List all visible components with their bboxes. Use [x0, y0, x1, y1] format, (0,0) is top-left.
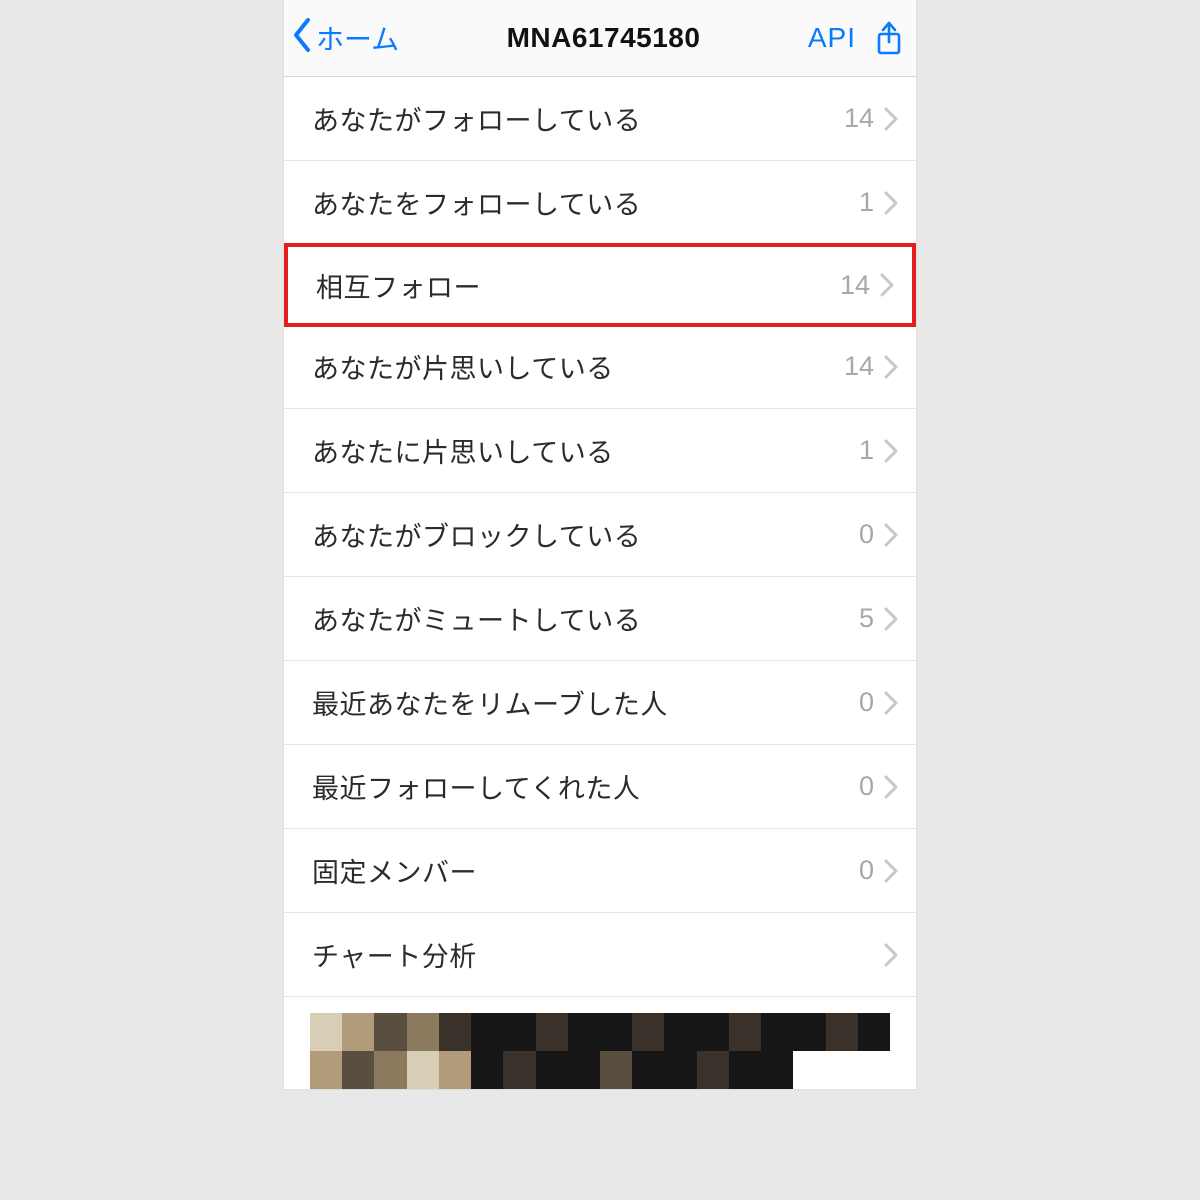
api-button[interactable]: API: [808, 22, 856, 54]
chevron-right-icon: [880, 273, 894, 297]
page-title: MNA61745180: [399, 22, 808, 54]
list-row-muting[interactable]: あなたがミュートしている 5: [284, 577, 916, 661]
row-label: 最近あなたをリムーブした人: [312, 683, 859, 722]
row-label: あなたをフォローしている: [312, 183, 859, 222]
list-row-one-way-in[interactable]: あなたに片思いしている 1: [284, 409, 916, 493]
chevron-right-icon: [884, 191, 898, 215]
chevron-right-icon: [884, 523, 898, 547]
row-label: あなたがブロックしている: [312, 515, 859, 554]
navbar: ホーム MNA61745180 API: [284, 0, 916, 77]
chevron-right-icon: [884, 691, 898, 715]
list-row-following[interactable]: あなたがフォローしている 14: [284, 77, 916, 161]
row-count: 14: [840, 270, 870, 301]
back-button[interactable]: ホーム: [290, 16, 399, 61]
row-count: 0: [859, 519, 874, 550]
list-row-one-way-out[interactable]: あなたが片思いしている 14: [284, 325, 916, 409]
nav-right: API: [808, 20, 904, 56]
chevron-right-icon: [884, 607, 898, 631]
row-label: あなたがフォローしている: [312, 99, 844, 138]
share-icon: [874, 20, 904, 56]
row-label: チャート分析: [312, 935, 874, 974]
row-label: 最近フォローしてくれた人: [312, 767, 859, 806]
list-row-chart-analysis[interactable]: チャート分析: [284, 913, 916, 997]
row-count: 1: [859, 187, 874, 218]
row-label: あなたがミュートしている: [312, 599, 859, 638]
chevron-right-icon: [884, 859, 898, 883]
row-label: あなたに片思いしている: [312, 431, 859, 470]
row-count: 5: [859, 603, 874, 634]
row-label: 相互フォロー: [316, 266, 840, 305]
chevron-right-icon: [884, 943, 898, 967]
list-row-fixed-members[interactable]: 固定メンバー 0: [284, 829, 916, 913]
row-label: あなたが片思いしている: [312, 347, 844, 386]
list: あなたがフォローしている 14 あなたをフォローしている 1 相互フォロー 14…: [284, 77, 916, 997]
page-background: ホーム MNA61745180 API あな: [0, 0, 1200, 1200]
row-count: 1: [859, 435, 874, 466]
chevron-right-icon: [884, 439, 898, 463]
share-button[interactable]: [874, 20, 904, 56]
back-label: ホーム: [316, 18, 399, 58]
ad-banner-pixelated: [310, 1013, 890, 1089]
chevron-right-icon: [884, 355, 898, 379]
row-count: 0: [859, 855, 874, 886]
row-count: 14: [844, 351, 874, 382]
chevron-right-icon: [884, 107, 898, 131]
chevron-left-icon: [290, 16, 314, 61]
list-row-mutual[interactable]: 相互フォロー 14: [284, 243, 916, 327]
chevron-right-icon: [884, 775, 898, 799]
row-count: 0: [859, 771, 874, 802]
row-count: 0: [859, 687, 874, 718]
list-row-recent-removed[interactable]: 最近あなたをリムーブした人 0: [284, 661, 916, 745]
list-row-blocking[interactable]: あなたがブロックしている 0: [284, 493, 916, 577]
row-count: 14: [844, 103, 874, 134]
phone-frame: ホーム MNA61745180 API あな: [284, 0, 916, 1089]
list-row-recent-followed[interactable]: 最近フォローしてくれた人 0: [284, 745, 916, 829]
list-row-followers[interactable]: あなたをフォローしている 1: [284, 161, 916, 245]
row-label: 固定メンバー: [312, 851, 859, 890]
